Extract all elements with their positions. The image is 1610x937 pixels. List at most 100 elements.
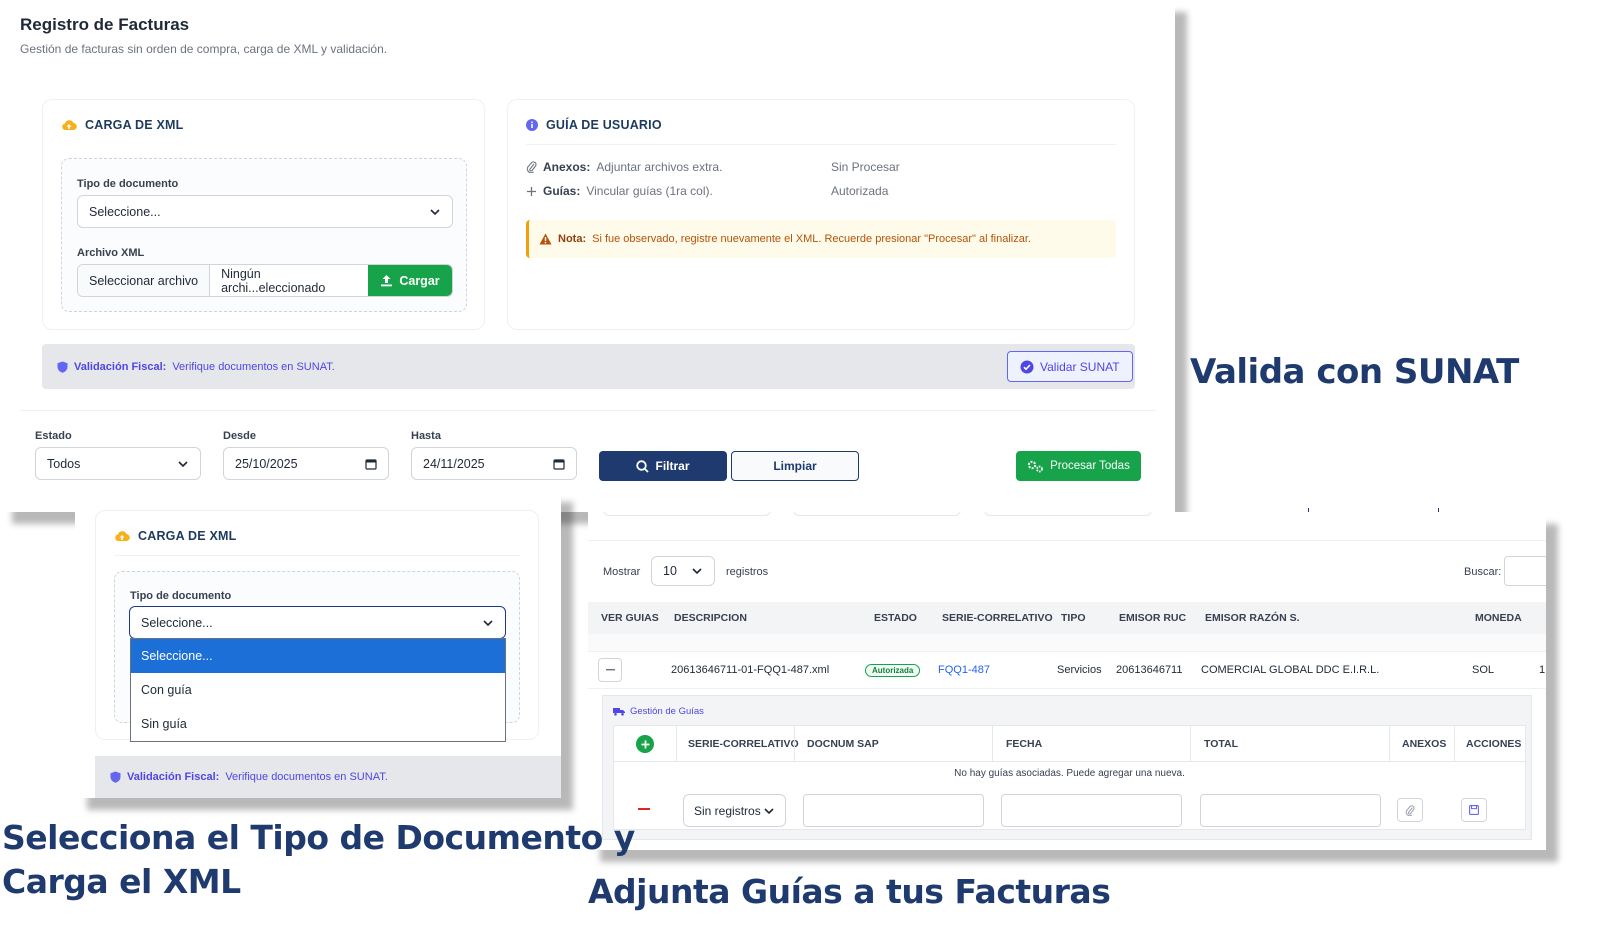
row-serie-link[interactable]: FQQ1-487 (938, 664, 990, 676)
validate-sunat-button[interactable]: Validar SUNAT (1007, 351, 1133, 382)
row-moneda: SOL (1472, 664, 1495, 676)
col-moneda[interactable]: MONEDA (1475, 612, 1522, 624)
remove-row-icon[interactable] (638, 808, 650, 810)
guides-empty-text: No hay guías asociadas. Puede agregar un… (954, 768, 1185, 779)
doc-type-value-open: Seleccione... (141, 615, 213, 630)
selected-file-name: Ningún archi...eleccionado (221, 266, 326, 295)
grid-divider (1389, 726, 1390, 763)
upload-icon (381, 275, 393, 287)
row-tipo: Servicios (1057, 664, 1102, 676)
search-label: Buscar: (1464, 566, 1502, 578)
guides-title-text: Gestión de Guías (630, 706, 704, 717)
guide-row-guias: Guías: Vincular guías (1ra col). (526, 184, 713, 198)
doc-type-select[interactable]: Seleccione... (77, 195, 453, 228)
save-icon (1469, 805, 1479, 815)
ghost-input (984, 512, 1152, 516)
filter-button-label: Filtrar (655, 459, 690, 473)
guides-col-total: TOTAL (1204, 738, 1239, 750)
guides-col-docnum: DOCNUM SAP (807, 738, 879, 750)
hasta-date-input[interactable]: 24/11/2025 (411, 447, 577, 480)
guide-status-autorizada: Autorizada (831, 184, 889, 198)
table-zoom-card: Mostrar 10 registros Buscar: VER GUIAS D… (588, 512, 1546, 850)
col-emisor-razon[interactable]: EMISOR RAZÓN S. (1205, 612, 1300, 624)
col-estado[interactable]: ESTADO (874, 612, 917, 624)
guide-card-heading: GUÍA DE USUARIO (526, 118, 662, 132)
select-file-button[interactable]: Seleccionar archivo (78, 265, 211, 296)
col-ver-guias[interactable]: VER GUIAS (601, 612, 659, 624)
option-seleccione[interactable]: Seleccione... (131, 639, 505, 673)
caption-select-line2: Carga el XML (2, 862, 241, 901)
xml-file-label: Archivo XML (77, 247, 145, 259)
caption-select-line1: Selecciona el Tipo de Documento y (2, 818, 635, 857)
total-input[interactable] (1200, 794, 1381, 827)
chevron-down-icon (692, 568, 702, 575)
col-descripcion[interactable]: DESCRIPCION (674, 612, 747, 624)
guide-row-anexos: Anexos: Adjuntar archivos extra. (526, 160, 722, 174)
chevron-down-icon (430, 208, 440, 215)
xml-upload-card: CARGA DE XML Tipo de documento Seleccion… (42, 99, 485, 330)
caption-attach-guides: Adjunta Guías a tus Facturas (588, 872, 1111, 911)
desde-date-input[interactable]: 25/10/2025 (223, 447, 389, 480)
process-all-button[interactable]: Procesar Todas (1016, 451, 1141, 481)
option-con-guia[interactable]: Con guía (131, 673, 505, 707)
guide-divider (526, 144, 1116, 145)
page-size-select[interactable]: 10 (651, 556, 715, 586)
grid-divider (992, 726, 993, 763)
note-key: Nota: (558, 233, 587, 245)
plus-icon (641, 740, 649, 748)
minus-icon (605, 669, 615, 671)
attach-annex-button[interactable] (1397, 798, 1423, 822)
docnum-sap-input[interactable] (803, 794, 984, 827)
caption-validate-sunat: Valida con SUNAT (1190, 352, 1519, 392)
guide-status-sin-procesar: Sin Procesar (831, 160, 900, 174)
main-screenshot: Registro de Facturas Gestión de facturas… (0, 0, 1175, 512)
guide-serie-select[interactable]: Sin registros (683, 794, 786, 827)
cloud-upload-icon (62, 120, 77, 131)
hasta-label: Hasta (411, 430, 441, 442)
col-emisor-ruc[interactable]: EMISOR RUC (1119, 612, 1186, 624)
calendar-icon[interactable] (365, 458, 377, 470)
process-all-label: Procesar Todas (1050, 460, 1130, 472)
guides-col-acciones: ACCIONES (1466, 738, 1522, 750)
page-size-value: 10 (663, 564, 677, 578)
filter-button[interactable]: Filtrar (599, 451, 727, 481)
doc-type-value: Seleccione... (89, 204, 161, 219)
add-guide-button[interactable] (636, 735, 654, 753)
shield-icon (110, 771, 121, 783)
warning-note: Nota: Si fue observado, registre nuevame… (526, 220, 1116, 258)
col-serie-correlativo[interactable]: SERIE-CORRELATIVO (942, 612, 1053, 624)
xml-card-heading-zoom: CARGA DE XML (114, 529, 236, 543)
xml-card-divider-zoom (114, 555, 520, 556)
desde-label: Desde (223, 430, 257, 442)
fecha-input[interactable] (1001, 794, 1182, 827)
save-guide-button[interactable] (1461, 798, 1487, 822)
guide-guias-text: Vincular guías (1ra col). (586, 184, 713, 198)
calendar-icon[interactable] (553, 458, 565, 470)
search-input[interactable] (1504, 556, 1546, 586)
chevron-down-icon (483, 619, 493, 626)
clear-button[interactable]: Limpiar (731, 451, 859, 481)
option-sin-guia[interactable]: Sin guía (131, 707, 505, 741)
paperclip-icon (1405, 804, 1415, 816)
guide-anexos-key: Anexos: (543, 160, 591, 174)
chevron-down-icon (764, 807, 774, 814)
upload-button[interactable]: Cargar (368, 265, 452, 296)
ghost-input (603, 512, 771, 516)
row-description: 20613646711-01-FQQ1-487.xml (671, 664, 830, 676)
guides-col-anexos: ANEXOS (1402, 738, 1447, 750)
estado-select[interactable]: Todos (35, 447, 201, 480)
doc-type-label-zoom: Tipo de documento (130, 590, 232, 602)
guides-header: SERIE-CORRELATIVO DOCNUM SAP FECHA TOTAL… (613, 725, 1526, 763)
status-badge: Autorizada (865, 664, 921, 677)
validate-sunat-label: Validar SUNAT (1040, 359, 1120, 374)
fiscal-key: Validación Fiscal: (74, 360, 167, 373)
show-label: Mostrar (603, 566, 641, 578)
collapse-guides-button[interactable] (598, 658, 622, 682)
row-razon: COMERCIAL GLOBAL DDC E.I.R.L. (1201, 664, 1380, 676)
gears-icon (1027, 460, 1044, 472)
guides-title: Gestión de Guías (613, 706, 704, 717)
ghost-input (793, 512, 961, 516)
xml-file-input: Seleccionar archivo Ningún archi...elecc… (77, 264, 453, 297)
col-tipo[interactable]: TIPO (1061, 612, 1086, 624)
doc-type-select-open[interactable]: Seleccione... (129, 606, 506, 639)
